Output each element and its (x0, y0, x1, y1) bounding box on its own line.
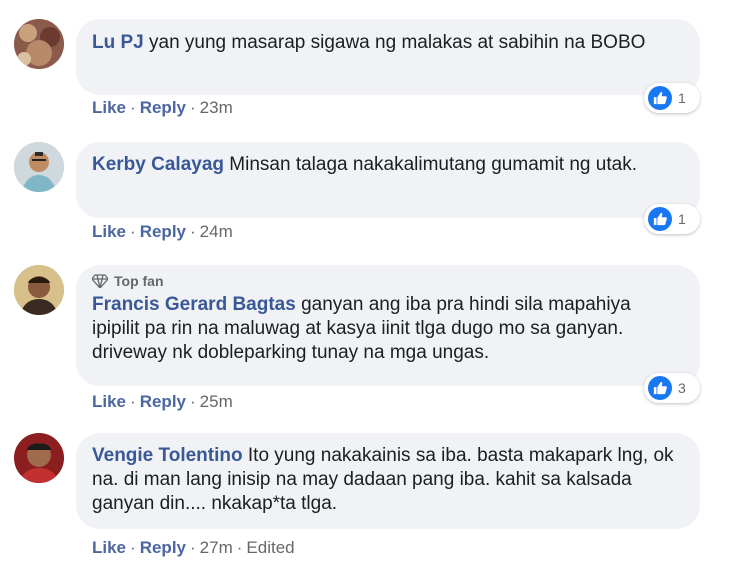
timestamp[interactable]: 24m (200, 222, 233, 241)
comment-actions: Like · Reply · 23m (92, 98, 233, 117)
comment-bubble: Kerby Calayag Minsan talaga nakakalimuta… (76, 142, 700, 218)
comment-bubble: Vengie Tolentino Ito yung nakakainis sa … (76, 433, 700, 529)
reply-button[interactable]: Reply (140, 98, 186, 117)
reply-button[interactable]: Reply (140, 222, 186, 241)
timestamp[interactable]: 25m (200, 392, 233, 411)
comment-author[interactable]: Kerby Calayag (92, 154, 224, 175)
comment-author[interactable]: Lu PJ (92, 32, 144, 53)
reaction-count: 3 (678, 380, 686, 396)
comment-text: yan yung masarap sigawa ng malakas at sa… (149, 32, 646, 53)
avatar[interactable] (14, 19, 64, 69)
diamond-icon (92, 274, 108, 288)
comment-actions: Like · Reply · 25m (92, 392, 233, 411)
timestamp[interactable]: 23m (200, 98, 233, 117)
avatar[interactable] (14, 265, 64, 315)
reaction-count: 1 (678, 211, 686, 227)
reaction-count: 1 (678, 90, 686, 106)
like-button[interactable]: Like (92, 98, 126, 117)
badge-label: Top fan (114, 273, 164, 289)
like-icon (648, 207, 672, 231)
like-icon (648, 86, 672, 110)
reaction-summary[interactable]: 1 (644, 204, 700, 234)
like-button[interactable]: Like (92, 538, 126, 557)
comment-author[interactable]: Vengie Tolentino (92, 445, 243, 466)
comment-actions: Like · Reply · 24m (92, 222, 233, 241)
like-button[interactable]: Like (92, 222, 126, 241)
top-fan-badge: Top fan (92, 271, 682, 291)
reaction-summary[interactable]: 1 (644, 83, 700, 113)
reaction-summary[interactable]: 3 (644, 373, 700, 403)
timestamp[interactable]: 27m (200, 538, 233, 557)
avatar[interactable] (14, 142, 64, 192)
like-icon (648, 376, 672, 400)
avatar[interactable] (14, 433, 64, 483)
reply-button[interactable]: Reply (140, 538, 186, 557)
comment-bubble: Top fan Francis Gerard Bagtas ganyan ang… (76, 265, 700, 386)
comment-bubble: Lu PJ yan yung masarap sigawa ng malakas… (76, 19, 700, 95)
comment-author[interactable]: Francis Gerard Bagtas (92, 294, 296, 315)
comment-actions: Like · Reply · 27m · Edited (92, 538, 295, 557)
reply-button[interactable]: Reply (140, 392, 186, 411)
like-button[interactable]: Like (92, 392, 126, 411)
comment-text: Minsan talaga nakakalimutang gumamit ng … (229, 154, 637, 175)
edited-label[interactable]: Edited (246, 538, 294, 557)
